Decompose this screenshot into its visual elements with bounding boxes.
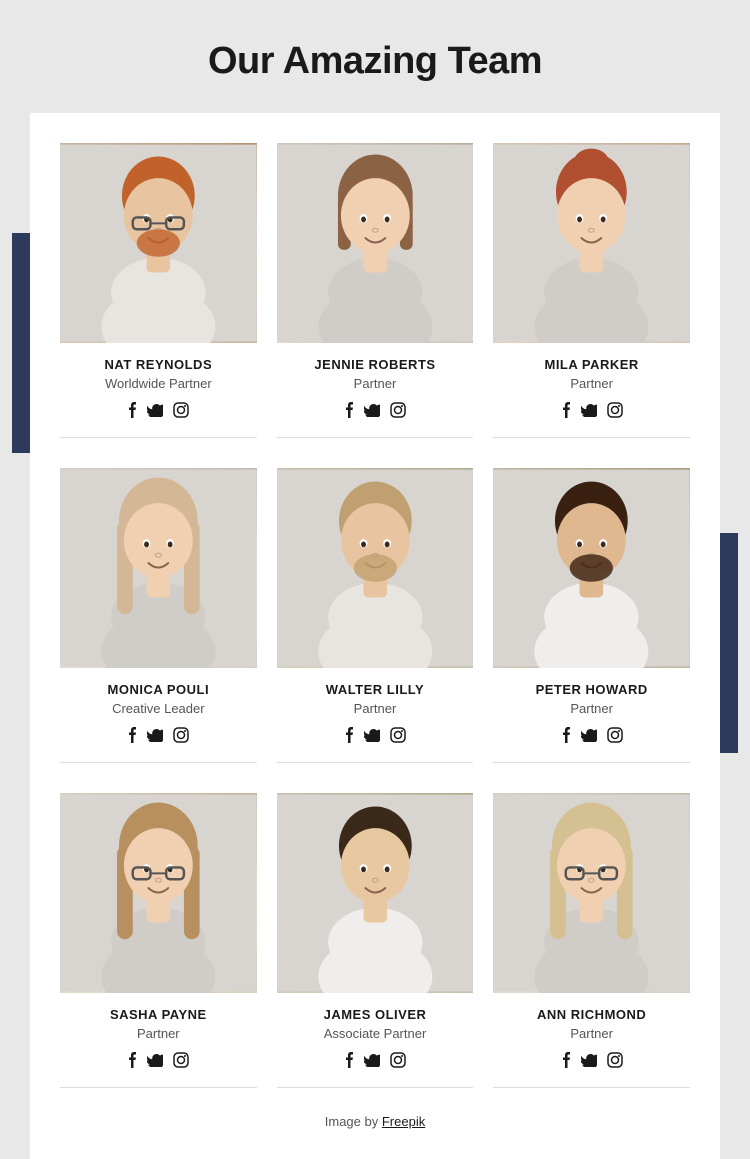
twitter-icon[interactable]	[147, 728, 163, 745]
facebook-icon[interactable]	[561, 1051, 571, 1072]
member-socials-jennie-roberts	[344, 401, 406, 422]
instagram-icon[interactable]	[173, 727, 189, 746]
team-member-mila-parker: MILA PARKER Partner	[493, 143, 690, 448]
member-role-mila-parker: Partner	[570, 376, 613, 391]
twitter-icon[interactable]	[581, 1053, 597, 1070]
member-divider	[493, 1087, 690, 1088]
team-member-james-oliver: JAMES OLIVER Associate Partner	[277, 793, 474, 1098]
member-name-ann-richmond: ANN RICHMOND	[537, 1007, 646, 1022]
member-name-walter-lilly: WALTER LILLY	[326, 682, 424, 697]
member-name-sasha-payne: SASHA PAYNE	[110, 1007, 207, 1022]
team-member-walter-lilly: WALTER LILLY Partner	[277, 468, 474, 773]
member-role-nat-reynolds: Worldwide Partner	[105, 376, 212, 391]
facebook-icon[interactable]	[344, 401, 354, 422]
member-socials-peter-howard	[561, 726, 623, 747]
team-member-jennie-roberts: JENNIE ROBERTS Partner	[277, 143, 474, 448]
twitter-icon[interactable]	[364, 728, 380, 745]
instagram-icon[interactable]	[607, 1052, 623, 1071]
member-divider	[60, 1087, 257, 1088]
member-photo-sasha-payne	[60, 793, 257, 993]
instagram-icon[interactable]	[390, 1052, 406, 1071]
instagram-icon[interactable]	[607, 727, 623, 746]
twitter-icon[interactable]	[581, 403, 597, 420]
team-member-monica-pouli: MONICA POULI Creative Leader	[60, 468, 257, 773]
member-socials-ann-richmond	[561, 1051, 623, 1072]
member-divider	[277, 762, 474, 763]
member-socials-mila-parker	[561, 401, 623, 422]
freepik-link[interactable]: Freepik	[382, 1114, 425, 1129]
twitter-icon[interactable]	[581, 728, 597, 745]
member-role-peter-howard: Partner	[570, 701, 613, 716]
team-card: NAT REYNOLDSWorldwide Partner JENNIE ROB	[30, 113, 720, 1159]
member-photo-jennie-roberts	[277, 143, 474, 343]
member-name-jennie-roberts: JENNIE ROBERTS	[314, 357, 435, 372]
member-divider	[60, 762, 257, 763]
member-photo-peter-howard	[493, 468, 690, 668]
member-photo-ann-richmond	[493, 793, 690, 993]
footer-credit: Image by Freepik	[60, 1098, 690, 1139]
facebook-icon[interactable]	[344, 1051, 354, 1072]
instagram-icon[interactable]	[173, 402, 189, 421]
instagram-icon[interactable]	[173, 1052, 189, 1071]
team-member-ann-richmond: ANN RICHMOND Partner	[493, 793, 690, 1098]
twitter-icon[interactable]	[364, 1053, 380, 1070]
twitter-icon[interactable]	[147, 403, 163, 420]
member-role-sasha-payne: Partner	[137, 1026, 180, 1041]
member-photo-james-oliver	[277, 793, 474, 993]
member-role-ann-richmond: Partner	[570, 1026, 613, 1041]
member-name-mila-parker: MILA PARKER	[544, 357, 638, 372]
member-photo-mila-parker	[493, 143, 690, 343]
member-name-peter-howard: PETER HOWARD	[536, 682, 648, 697]
member-role-james-oliver: Associate Partner	[324, 1026, 427, 1041]
member-divider	[60, 437, 257, 438]
team-member-peter-howard: PETER HOWARD Partner	[493, 468, 690, 773]
twitter-icon[interactable]	[147, 1053, 163, 1070]
member-socials-james-oliver	[344, 1051, 406, 1072]
member-role-jennie-roberts: Partner	[354, 376, 397, 391]
facebook-icon[interactable]	[561, 726, 571, 747]
instagram-icon[interactable]	[607, 402, 623, 421]
member-photo-walter-lilly	[277, 468, 474, 668]
member-photo-monica-pouli	[60, 468, 257, 668]
twitter-icon[interactable]	[364, 403, 380, 420]
team-member-nat-reynolds: NAT REYNOLDS Worldwide Partner	[60, 143, 257, 448]
page-header: Our Amazing Team	[0, 0, 750, 113]
facebook-icon[interactable]	[127, 401, 137, 422]
facebook-icon[interactable]	[127, 726, 137, 747]
member-photo-nat-reynolds	[60, 143, 257, 343]
team-member-sasha-payne: SASHA PAYNE Partner	[60, 793, 257, 1098]
member-divider	[277, 1087, 474, 1088]
member-name-james-oliver: JAMES OLIVER	[324, 1007, 427, 1022]
instagram-icon[interactable]	[390, 402, 406, 421]
member-divider	[277, 437, 474, 438]
facebook-icon[interactable]	[561, 401, 571, 422]
member-divider	[493, 437, 690, 438]
page-title: Our Amazing Team	[20, 40, 730, 83]
instagram-icon[interactable]	[390, 727, 406, 746]
facebook-icon[interactable]	[127, 1051, 137, 1072]
member-role-walter-lilly: Partner	[354, 701, 397, 716]
member-name-nat-reynolds: NAT REYNOLDS	[105, 357, 213, 372]
member-divider	[493, 762, 690, 763]
member-socials-monica-pouli	[127, 726, 189, 747]
member-socials-sasha-payne	[127, 1051, 189, 1072]
member-name-monica-pouli: MONICA POULI	[108, 682, 210, 697]
member-role-monica-pouli: Creative Leader	[112, 701, 205, 716]
member-socials-walter-lilly	[344, 726, 406, 747]
facebook-icon[interactable]	[344, 726, 354, 747]
team-grid: NAT REYNOLDSWorldwide Partner JENNIE ROB	[60, 143, 690, 1098]
member-socials-nat-reynolds	[127, 401, 189, 422]
